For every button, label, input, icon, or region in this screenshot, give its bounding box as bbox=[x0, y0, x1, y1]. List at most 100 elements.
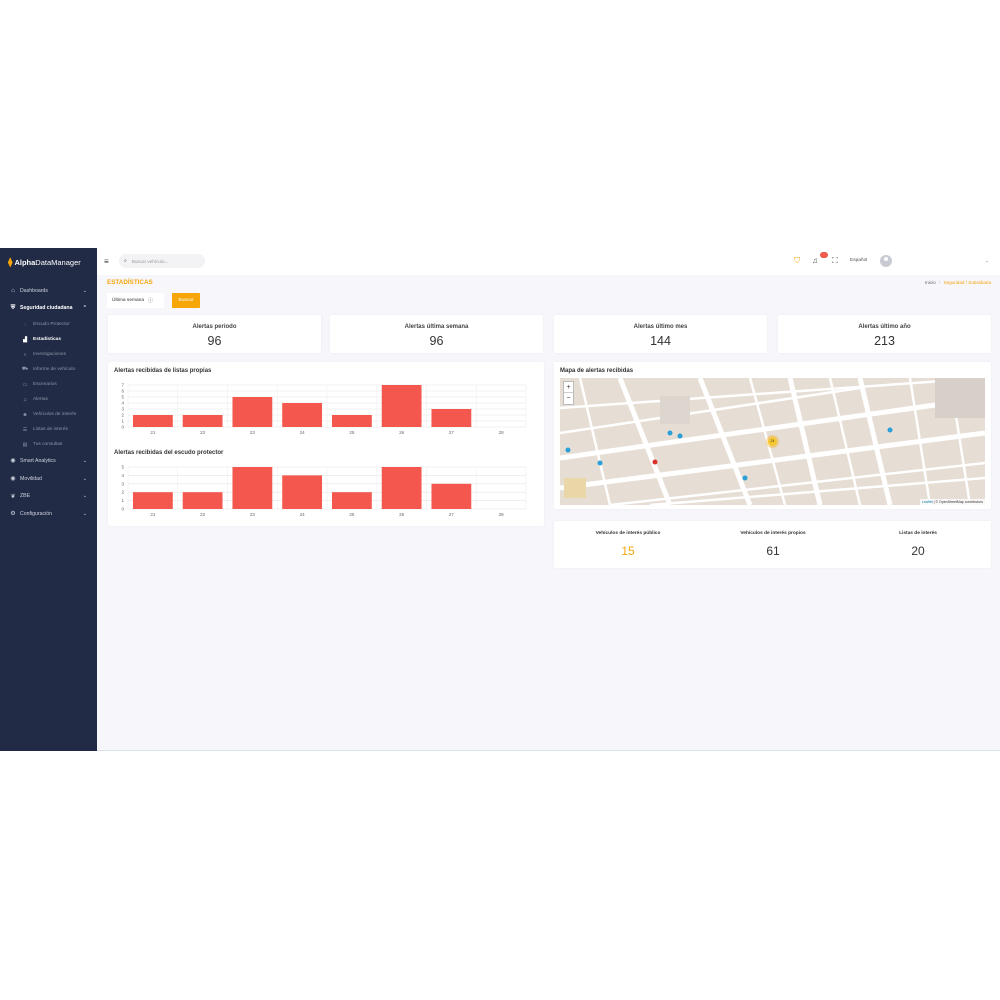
chevron-down-icon: ⌄ bbox=[82, 493, 87, 500]
y-tick-label: 3 bbox=[121, 481, 124, 486]
bar-chart-escudo-protector: 01234521 22 23 24 25 26 27 28 bbox=[121, 465, 527, 517]
leaflet-link[interactable]: Leaflet bbox=[922, 500, 933, 504]
search-placeholder: Buscar vehículo... bbox=[131, 258, 169, 264]
avatar[interactable] bbox=[880, 255, 892, 267]
sidebar-item-label: Movilidad bbox=[20, 475, 42, 482]
sidebar-subitem-listas[interactable]: ☰ Listas de interés bbox=[0, 422, 97, 437]
bar bbox=[182, 415, 223, 427]
y-tick-label: 7 bbox=[121, 383, 124, 388]
stat-card: Alertas última semana 96 bbox=[330, 315, 543, 353]
chart-icon: ▟ bbox=[23, 336, 27, 343]
bar bbox=[182, 492, 223, 509]
stat-card: Alertas último mes 144 bbox=[554, 315, 767, 353]
sidebar-nav: ⌂ Dashboards ⌄ ⛨ Seguridad ciudadana ⌃ ◌… bbox=[0, 282, 97, 523]
bar bbox=[282, 475, 323, 509]
zoom-out-button[interactable]: − bbox=[564, 393, 573, 404]
x-tick-label: 26 bbox=[399, 512, 405, 517]
bell-icon[interactable]: ♫ bbox=[812, 256, 818, 265]
x-tick-label: 23 bbox=[250, 512, 256, 517]
breadcrumb-separator: / bbox=[938, 280, 941, 285]
page-title: ESTADÍSTICAS bbox=[107, 279, 153, 286]
chevron-down-icon[interactable]: ⌄ bbox=[985, 258, 989, 264]
map-card: Mapa de alertas recibidas + − 24 Leaflet… bbox=[554, 362, 991, 509]
sidebar-subitem-informe[interactable]: ⛟ Informe de vehículo bbox=[0, 362, 97, 377]
list-icon: ☰ bbox=[22, 426, 28, 433]
car-icon: ⛟ bbox=[21, 366, 29, 373]
x-tick-label: 21 bbox=[150, 512, 156, 517]
home-icon: ⌂ bbox=[11, 287, 15, 294]
sidebar-subitem-alertas[interactable]: ♫ Alertas bbox=[0, 392, 97, 407]
bar bbox=[431, 483, 472, 509]
sidebar-subitem-estadisticas[interactable]: ▟ Estadísticas bbox=[0, 332, 97, 347]
sidebar-subitem-label: Estadísticas bbox=[33, 337, 61, 343]
fullscreen-icon[interactable]: ⛶ bbox=[832, 256, 838, 266]
shield-icon: ⛨ bbox=[10, 304, 16, 311]
sidebar-subitem-escenarios[interactable]: ▭ Escenarios bbox=[0, 377, 97, 392]
breadcrumb-current: Seguridad / Subsidiaria bbox=[943, 280, 992, 285]
sidebar-item-zbe[interactable]: ❦ ZBE ⌄ bbox=[0, 487, 97, 505]
logo-bold: Alpha bbox=[14, 257, 36, 267]
info-icon: ⓘ bbox=[148, 298, 154, 304]
search-button[interactable]: Buscar bbox=[172, 293, 200, 308]
sidebar-item-smart-analytics[interactable]: ◉ Smart Analytics ⌄ bbox=[0, 452, 97, 470]
top-bar: ≡ ⌕ Buscar vehículo... ⛉ ♫ ⛶ Español ⌄ bbox=[97, 248, 1000, 275]
sidebar-subitem-vehiculos[interactable]: ☻ Vehículos de interés bbox=[0, 407, 97, 422]
bar bbox=[132, 492, 173, 509]
cluster-count: 24 bbox=[768, 437, 777, 446]
x-tick-label: 28 bbox=[499, 430, 505, 435]
bar bbox=[331, 415, 372, 427]
bell-icon: ♫ bbox=[23, 396, 27, 403]
breadcrumb-home[interactable]: Inicio bbox=[925, 280, 936, 285]
sidebar-item-dashboards[interactable]: ⌂ Dashboards ⌄ bbox=[0, 282, 97, 300]
sidebar-item-label: Configuración bbox=[20, 510, 53, 517]
stat-label: Listas de interés bbox=[899, 531, 937, 536]
x-tick-label: 22 bbox=[200, 512, 206, 517]
bar bbox=[431, 409, 472, 427]
bar bbox=[381, 385, 422, 427]
sidebar: ⧫ Alpha DataManager ⌂ Dashboards ⌄ ⛨ Seg… bbox=[0, 248, 97, 751]
chevron-down-icon: ⌄ bbox=[82, 475, 87, 482]
stat-value: 15 bbox=[621, 544, 635, 558]
logo-rest: DataManager bbox=[35, 257, 81, 267]
stat-value: 20 bbox=[911, 544, 925, 558]
language-selector[interactable]: Español bbox=[850, 258, 867, 263]
bar-chart-listas-propias: 0123456721 22 23 24 25 26 27 28 bbox=[121, 383, 527, 435]
x-tick-label: 27 bbox=[449, 430, 455, 435]
sidebar-item-label: Seguridad ciudadana bbox=[20, 305, 73, 312]
stat-card: Alertas último año 213 bbox=[778, 315, 991, 353]
sidebar-subitem-escudo[interactable]: ◌ Escudo Protector bbox=[0, 317, 97, 332]
interest-stats-card: Vehículos de interés público 15 Vehículo… bbox=[554, 521, 991, 568]
sidebar-subitem-consultas[interactable]: ▤ Tus consultas bbox=[0, 437, 97, 452]
stat-label: Alertas último año bbox=[858, 324, 911, 330]
y-tick-label: 3 bbox=[121, 407, 124, 412]
x-tick-label: 28 bbox=[499, 512, 505, 517]
chart-title: Alertas recibidas del escudo protector bbox=[114, 450, 224, 456]
sidebar-item-configuracion[interactable]: ⚙ Configuración ⌄ bbox=[0, 505, 97, 523]
bar bbox=[331, 492, 372, 509]
y-tick-label: 4 bbox=[121, 473, 124, 478]
sidebar-item-label: Smart Analytics bbox=[20, 457, 56, 464]
x-tick-label: 25 bbox=[349, 430, 355, 435]
stat-label: Alertas última semana bbox=[404, 324, 469, 330]
sidebar-item-movilidad[interactable]: ◉ Movilidad ⌄ bbox=[0, 470, 97, 488]
sidebar-item-seguridad[interactable]: ⛨ Seguridad ciudadana ⌃ bbox=[0, 300, 97, 318]
stat-card: Alertas periodo 96 bbox=[108, 315, 321, 353]
menu-toggle-icon[interactable]: ≡ bbox=[104, 257, 109, 266]
gear-icon: ⚙ bbox=[10, 511, 16, 518]
app-logo[interactable]: ⧫ Alpha DataManager bbox=[0, 248, 97, 276]
y-tick-label: 2 bbox=[121, 490, 124, 495]
zoom-in-button[interactable]: + bbox=[564, 382, 573, 393]
leaf-icon: ❦ bbox=[10, 493, 16, 500]
search-input[interactable]: ⌕ Buscar vehículo... bbox=[119, 254, 205, 268]
y-tick-label: 6 bbox=[121, 389, 124, 394]
y-tick-label: 5 bbox=[121, 465, 124, 470]
bar bbox=[232, 397, 273, 427]
sidebar-subitem-investigaciones[interactable]: ⌕ Investigaciones bbox=[0, 347, 97, 362]
shield-alert-icon[interactable]: ⛉ bbox=[794, 256, 800, 266]
map-zoom-control: + − bbox=[563, 381, 574, 405]
map-alert-cluster[interactable]: 24 bbox=[766, 435, 779, 448]
alerts-map[interactable]: + − 24 Leaflet | © OpenStreetMap contrib… bbox=[560, 378, 985, 505]
stat-value: 213 bbox=[874, 334, 895, 348]
period-select[interactable]: Última semana ⓘ bbox=[107, 293, 164, 308]
sidebar-subitem-label: Listas de interés bbox=[33, 427, 68, 433]
